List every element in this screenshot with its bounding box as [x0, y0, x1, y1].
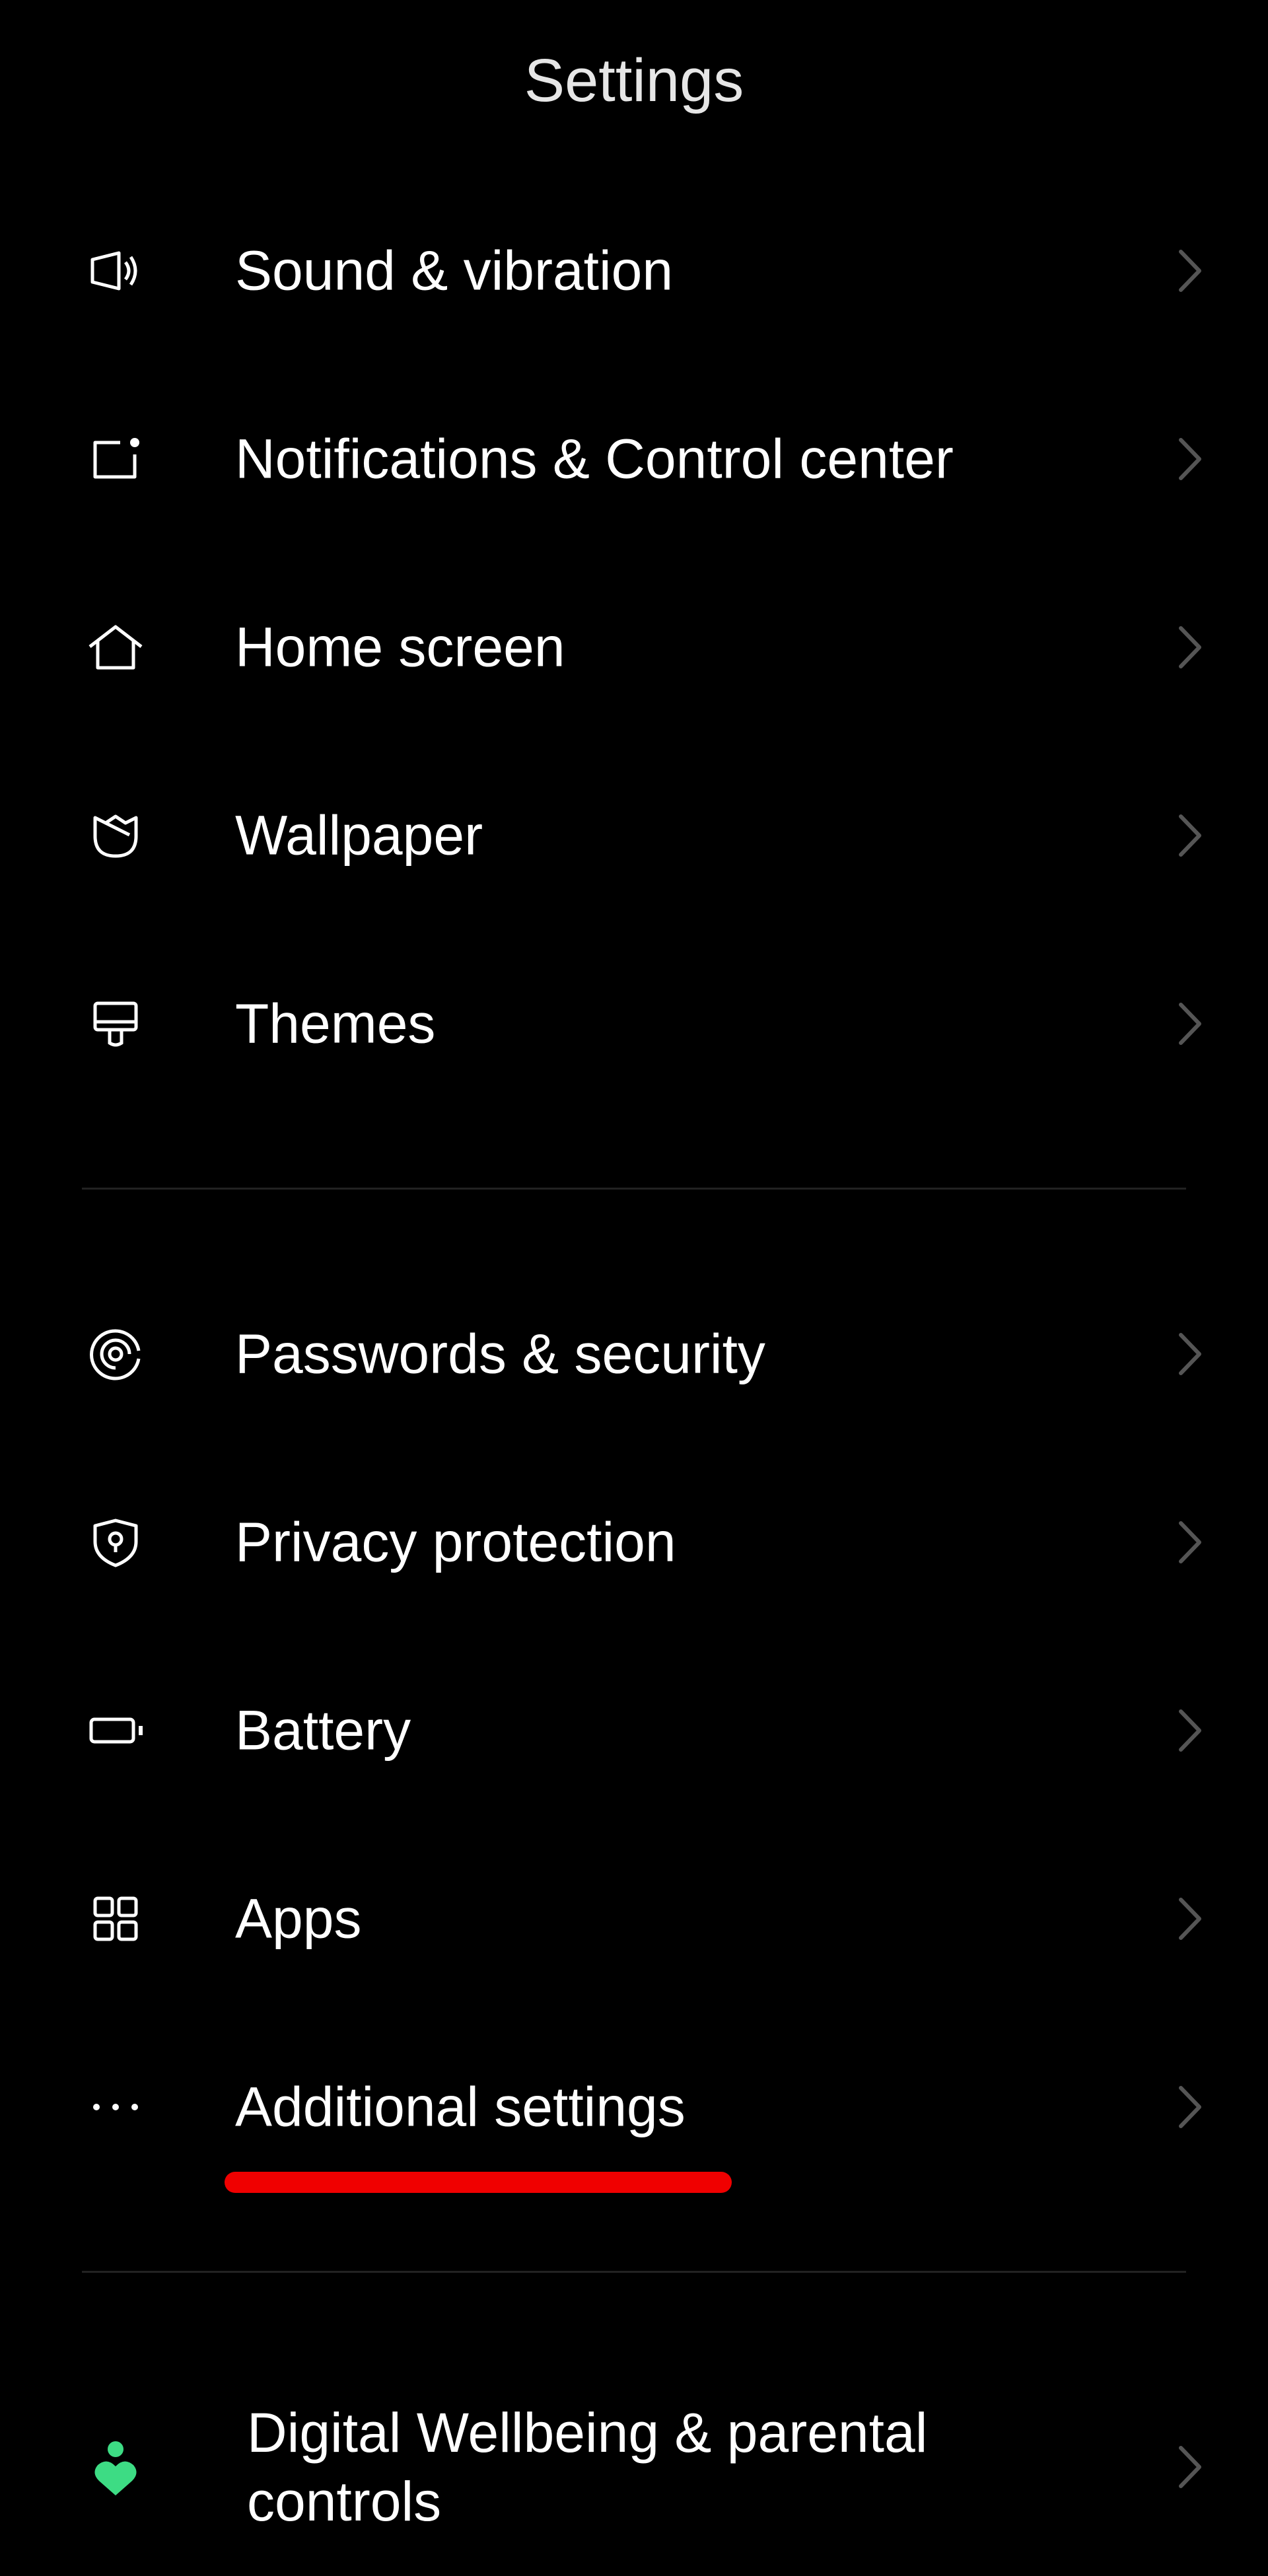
settings-item-battery[interactable]: Battery [0, 1637, 1268, 1824]
notification-icon [93, 438, 139, 479]
item-label: Battery [235, 1699, 411, 1762]
chevron-right-icon [1179, 438, 1201, 480]
settings-item-passwords-security[interactable]: Passwords & security [0, 1260, 1268, 1448]
item-label: Digital Wellbeing & parental controls [247, 2402, 928, 2532]
item-label: Passwords & security [235, 1322, 765, 1385]
settings-item-apps[interactable]: Apps [0, 1825, 1268, 2013]
wallpaper-icon [93, 814, 138, 858]
apps-grid-icon [93, 1896, 138, 1941]
item-label: Apps [235, 1887, 362, 1950]
chevron-right-icon [1179, 250, 1201, 292]
item-label: Privacy protection [235, 1511, 676, 1573]
item-label: Themes [235, 992, 436, 1055]
paintbrush-icon [93, 1001, 138, 1047]
page-title: Settings [524, 47, 744, 114]
chevron-right-icon [1179, 2086, 1201, 2128]
settings-item-themes[interactable]: Themes [0, 930, 1268, 1118]
settings-item-digital-wellbeing[interactable]: Digital Wellbeing & parental controls [0, 2373, 1268, 2561]
settings-item-notifications[interactable]: Notifications & Control center [0, 365, 1268, 553]
highlight-underline [225, 2172, 732, 2193]
item-label: Additional settings [235, 2075, 686, 2138]
settings-item-privacy-protection[interactable]: Privacy protection [0, 1449, 1268, 1636]
fingerprint-icon [90, 1329, 141, 1380]
shield-icon [93, 1519, 138, 1567]
home-icon [88, 625, 143, 670]
chevron-right-icon [1179, 2446, 1201, 2488]
section-divider [82, 2271, 1186, 2273]
wellbeing-icon [94, 2441, 137, 2495]
battery-icon [89, 1717, 143, 1744]
settings-item-wallpaper[interactable]: Wallpaper [0, 742, 1268, 929]
item-label: Sound & vibration [235, 239, 674, 302]
chevron-right-icon [1179, 1003, 1201, 1045]
chevron-right-icon [1179, 1333, 1201, 1375]
chevron-right-icon [1179, 1521, 1201, 1563]
section-divider [82, 1188, 1186, 1190]
settings-item-sound-vibration[interactable]: Sound & vibration [0, 177, 1268, 365]
chevron-right-icon [1179, 1898, 1201, 1940]
more-dots-icon [93, 2104, 138, 2110]
item-label: Notifications & Control center [235, 427, 954, 490]
speaker-icon [90, 251, 137, 291]
settings-item-home-screen[interactable]: Home screen [0, 554, 1268, 741]
item-label: Wallpaper [235, 804, 483, 867]
chevron-right-icon [1179, 1709, 1201, 1752]
item-label: Home screen [235, 616, 565, 678]
chevron-right-icon [1179, 626, 1201, 668]
chevron-right-icon [1179, 814, 1201, 857]
